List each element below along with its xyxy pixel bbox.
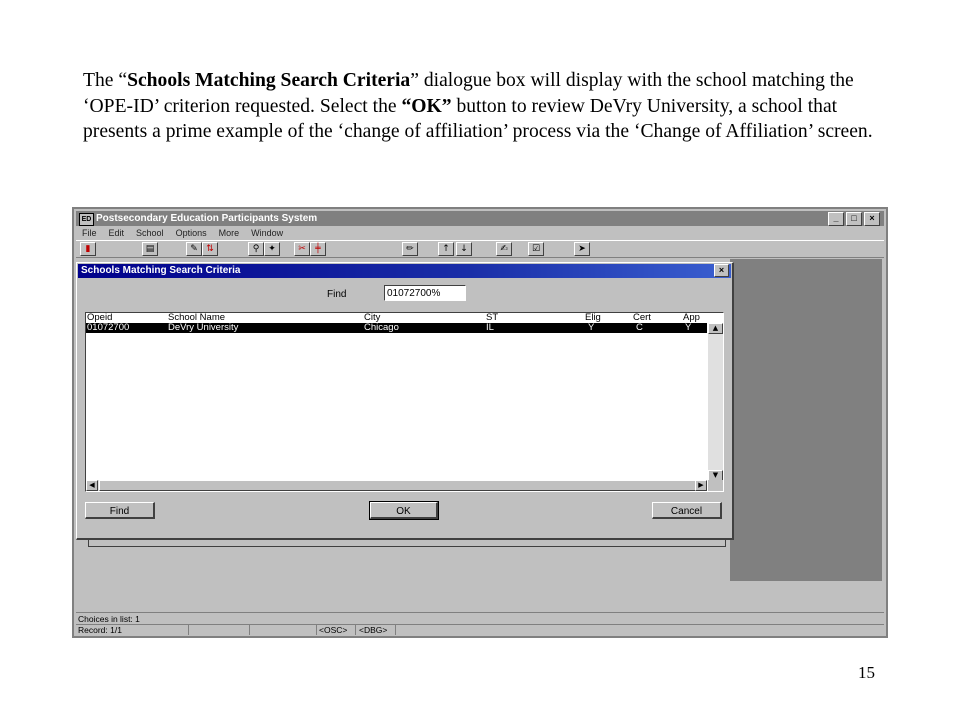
menu-file[interactable]: File bbox=[82, 227, 97, 240]
scroll-thumb[interactable] bbox=[99, 480, 697, 491]
scroll-right-icon[interactable]: ▶ bbox=[695, 480, 707, 491]
page-number: 15 bbox=[858, 663, 875, 682]
menu-edit[interactable]: Edit bbox=[109, 227, 125, 240]
exit-icon[interactable]: ▮ bbox=[80, 242, 96, 256]
cell-city: Chicago bbox=[364, 322, 399, 333]
cancel-button[interactable]: Cancel bbox=[652, 502, 722, 519]
dialog-close-button[interactable]: × bbox=[714, 264, 729, 277]
cell-school-name: DeVry University bbox=[168, 322, 239, 333]
menu-bar: File Edit School Options More Window bbox=[76, 227, 283, 240]
record-indicator: Record: 1/1 bbox=[76, 625, 189, 635]
menu-more[interactable]: More bbox=[219, 227, 240, 240]
window-titlebar[interactable]: ED Postsecondary Education Participants … bbox=[76, 211, 884, 226]
print-icon[interactable]: ▤ bbox=[142, 242, 158, 256]
app-screenshot: ED Postsecondary Education Participants … bbox=[72, 207, 888, 638]
instruction-text: The “Schools Matching Search Criteria” d… bbox=[83, 68, 883, 145]
dialog-titlebar[interactable]: Schools Matching Search Criteria bbox=[78, 264, 731, 278]
query-icon[interactable]: ✦ bbox=[264, 242, 280, 256]
pencil-icon[interactable]: ✏ bbox=[402, 242, 418, 256]
instruction-dialog-name: Schools Matching Search Criteria bbox=[127, 70, 411, 91]
choices-count: Choices in list: 1 bbox=[78, 614, 140, 624]
toolbar: ▮ ▤ ✎ ⇅ ⚲ ✦ ✂ ╪ ✏ ↑ ↓ ✍ ☑ ➤ bbox=[76, 240, 884, 258]
instruction-part: The “ bbox=[83, 70, 128, 91]
help-icon[interactable]: ➤ bbox=[574, 242, 590, 256]
horizontal-scrollbar[interactable]: ◀ ▶ bbox=[86, 480, 707, 491]
instruction-ok-label: “OK” bbox=[401, 95, 452, 117]
status-cell-empty bbox=[189, 625, 250, 635]
dialog-title: Schools Matching Search Criteria bbox=[81, 265, 241, 276]
app-icon: ED bbox=[79, 213, 94, 226]
minimize-button[interactable]: _ bbox=[828, 212, 844, 226]
down-arrow-icon[interactable]: ↓ bbox=[456, 242, 472, 256]
status-dbg: <DBG> bbox=[357, 625, 396, 635]
edit-icon[interactable]: ✎ bbox=[186, 242, 202, 256]
cell-elig: Y bbox=[588, 322, 595, 333]
status-row: Record: 1/1 <OSC> <DBG> bbox=[76, 624, 884, 635]
window-title: Postsecondary Education Participants Sys… bbox=[96, 213, 318, 224]
clear-icon[interactable]: ✂ bbox=[294, 242, 310, 256]
cell-app: Y bbox=[685, 322, 692, 333]
status-cell-empty bbox=[250, 625, 317, 635]
menu-school[interactable]: School bbox=[136, 227, 164, 240]
cell-st: IL bbox=[486, 322, 494, 333]
cell-cert: C bbox=[636, 322, 643, 333]
vertical-scrollbar[interactable]: ▲ ▼ bbox=[708, 323, 723, 481]
maximize-button[interactable]: □ bbox=[846, 212, 862, 226]
status-osc: <OSC> bbox=[317, 625, 356, 635]
table-row[interactable]: 01072700 DeVry University Chicago IL Y C… bbox=[86, 323, 707, 333]
insert-icon[interactable]: ╪ bbox=[310, 242, 326, 256]
write-icon[interactable]: ✍ bbox=[496, 242, 512, 256]
sort-icon[interactable]: ⇅ bbox=[202, 242, 218, 256]
scroll-corner bbox=[708, 480, 723, 491]
menu-window[interactable]: Window bbox=[251, 227, 283, 240]
caption-buttons: _ □ × bbox=[828, 212, 880, 226]
ok-button[interactable]: OK bbox=[369, 501, 439, 520]
up-arrow-icon[interactable]: ↑ bbox=[438, 242, 454, 256]
find-button[interactable]: Find bbox=[85, 502, 155, 519]
schools-matching-dialog: Schools Matching Search Criteria × Find … bbox=[76, 262, 734, 540]
mdi-background bbox=[730, 259, 882, 581]
close-window-button[interactable]: × bbox=[864, 212, 880, 226]
check-icon[interactable]: ☑ bbox=[528, 242, 544, 256]
find-label: Find bbox=[327, 289, 347, 300]
scroll-left-icon[interactable]: ◀ bbox=[86, 480, 98, 491]
search-icon[interactable]: ⚲ bbox=[248, 242, 264, 256]
cell-opeid: 01072700 bbox=[87, 322, 130, 333]
menu-options[interactable]: Options bbox=[176, 227, 207, 240]
find-input[interactable]: 01072700% bbox=[384, 285, 466, 301]
status-bar: Choices in list: 1 Record: 1/1 <OSC> <DB… bbox=[76, 612, 884, 635]
results-list[interactable]: Opeid School Name City ST Elig Cert App … bbox=[85, 312, 724, 492]
app-window: ED Postsecondary Education Participants … bbox=[74, 209, 886, 636]
scroll-up-icon[interactable]: ▲ bbox=[708, 323, 723, 334]
